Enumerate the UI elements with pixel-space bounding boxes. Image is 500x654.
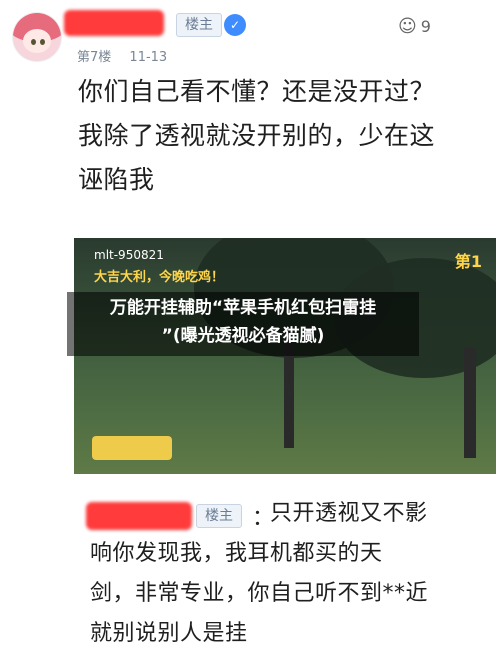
username-redacted[interactable] <box>86 502 192 530</box>
comment-text-line-3: 诬陷我 <box>78 165 155 194</box>
reply-text-line-4: 就别说别人是挂 <box>90 621 248 646</box>
op-badge: 楼主 <box>176 13 222 37</box>
like-icon: ☺ <box>398 16 417 37</box>
overlay-title-line-2: ”(曝光透视必备猫腻) <box>161 326 325 346</box>
rank-label: 第1 <box>454 252 482 271</box>
game-button <box>92 436 172 460</box>
username-redacted[interactable] <box>64 10 164 36</box>
avatar-eye-left <box>31 39 36 45</box>
comment-date: 11-13 <box>129 50 168 65</box>
tree-trunk <box>464 348 476 458</box>
comment-text-line-2: 我除了透视就没开别的，少在这 <box>78 121 436 150</box>
game-screenshot[interactable]: mlt-950821 大吉大利，今晚吃鸡！ 第1 <box>74 238 496 474</box>
op-badge: 楼主 <box>196 504 242 528</box>
reply-text-line-2: 响你发现我，我耳机都买的天 <box>90 541 383 566</box>
verified-icon: ✓ <box>224 14 246 36</box>
comment-text-line-1: 你们自己看不懂？还是没开过？ <box>78 77 436 106</box>
avatar[interactable] <box>12 12 62 62</box>
like-count: 9 <box>420 17 431 36</box>
floor-label: 第7楼 <box>77 50 112 65</box>
avatar-face <box>23 29 51 53</box>
overlay-title-line-1: 万能开挂辅助“苹果手机红包扫雷挂 <box>109 298 377 318</box>
comment-meta: 第7楼 11-13 <box>77 46 181 65</box>
screenshot-subtitle: 大吉大利，今晚吃鸡！ <box>94 270 225 285</box>
screenshot-id: mlt-950821 <box>94 248 164 262</box>
avatar-eye-right <box>40 39 45 45</box>
reply-text-line-1: 只开透视又不影 <box>270 501 428 526</box>
reply-text-line-3: 剑，非常专业，你自己听不到**近 <box>90 581 429 606</box>
like-button[interactable]: ☺ 9 <box>398 16 431 37</box>
overlay-title: 万能开挂辅助“苹果手机红包扫雷挂 ”(曝光透视必备猫腻) <box>67 292 419 356</box>
